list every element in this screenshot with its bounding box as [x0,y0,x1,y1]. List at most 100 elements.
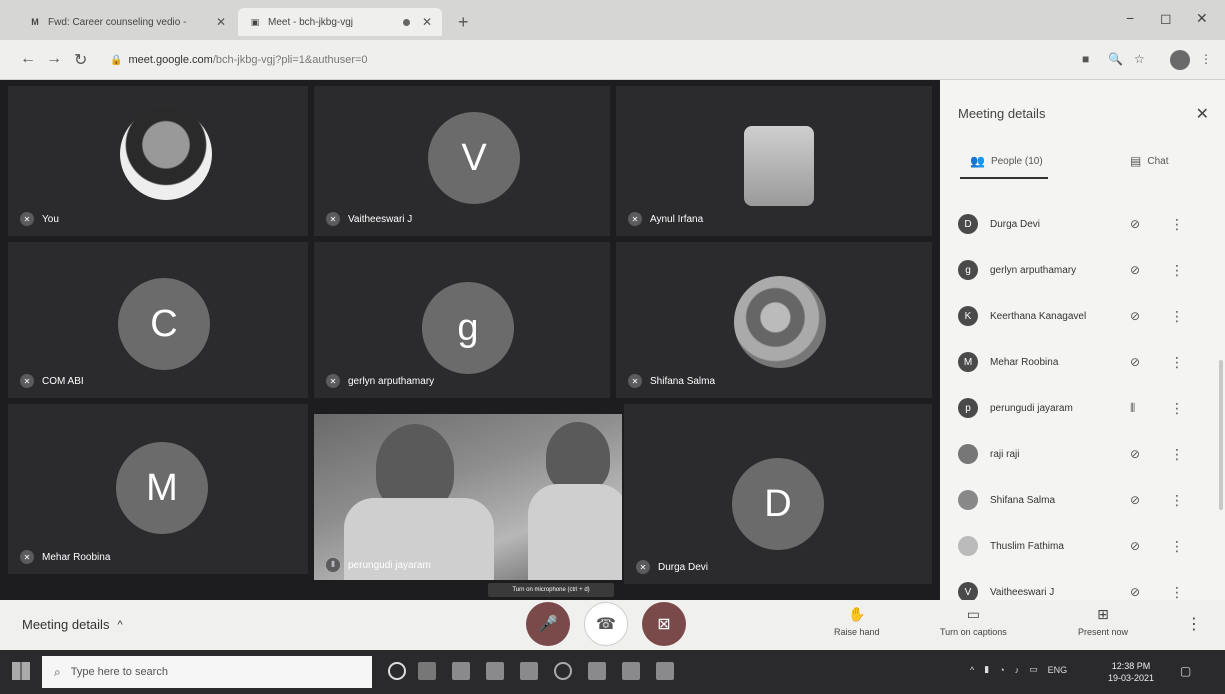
app-icon[interactable] [588,662,606,680]
language-indicator[interactable]: ENG [1048,665,1068,675]
tray-arrow-icon[interactable]: ^ [970,665,974,675]
mic-toggle-button[interactable]: 🎤 [526,602,570,646]
more-options-icon[interactable]: ⋮ [1170,446,1184,463]
list-item[interactable]: p perungudi jayaram ⦀ ⋮ [940,386,1225,430]
tab-close-icon[interactable]: ✕ [422,15,432,29]
new-tab-button[interactable]: + [458,12,469,33]
notification-icon[interactable]: ▢ [1180,664,1191,678]
profile-avatar[interactable] [1170,50,1190,70]
more-options-icon[interactable]: ⋮ [1170,584,1184,601]
captions-button[interactable]: ▭ Turn on captions [940,606,1007,637]
panel-scrollbar[interactable] [1219,360,1223,510]
keyboard-icon[interactable]: ▭ [1029,664,1038,675]
more-options-icon[interactable]: ⋮ [1186,614,1202,634]
tab-people[interactable]: 👥 People (10) [970,154,1043,168]
more-options-icon[interactable]: ⋮ [1170,400,1184,417]
mic-off-icon: ✕ [20,550,34,564]
mic-off-icon: ✕ [628,374,642,388]
camera-indicator-icon[interactable]: ■ [1082,52,1089,66]
close-panel-icon[interactable]: ✕ [1196,104,1209,124]
hang-up-icon: ☎ [596,616,616,633]
back-icon[interactable]: ← [20,50,36,68]
more-options-icon[interactable]: ⋮ [1170,492,1184,509]
tab-title: Meet - bch-jkbg-vgj [268,16,354,28]
participant-tile[interactable]: D ✕ Durga Devi [624,404,932,584]
bookmark-star-icon[interactable]: ☆ [1134,52,1145,66]
participant-tile[interactable]: M ✕ Mehar Roobina [8,404,308,574]
cortana-icon[interactable] [388,662,406,680]
more-options-icon[interactable]: ⋮ [1170,216,1184,233]
forward-icon[interactable]: → [46,50,62,68]
url-path: /bch-jkbg-vgj?pli=1&authuser=0 [212,54,368,66]
avatar: p [958,398,978,418]
participant-photo [744,126,814,206]
participant-tile[interactable]: C ✕ COM ABI [8,242,308,398]
list-item[interactable]: M Mehar Roobina ⊘ ⋮ [940,340,1225,384]
battery-icon[interactable]: ▮ [984,664,989,675]
mic-off-icon: ✕ [326,212,340,226]
participant-tile[interactable]: ✕ Shifana Salma [616,242,932,398]
mail-icon[interactable] [520,662,538,680]
tile-name: ✕ Durga Devi [636,560,708,574]
wifi-icon[interactable]: ◔ [999,665,1004,675]
tile-name: ✕ Mehar Roobina [20,550,110,564]
mic-off-icon: ✕ [636,560,650,574]
tab-gmail[interactable]: M Fwd: Career counseling vedio - ✕ [18,8,236,36]
system-clock[interactable]: 12:38 PM 19-03-2021 [1108,660,1154,684]
leave-call-button[interactable]: ☎ [584,602,628,646]
minimize-button[interactable]: − [1126,10,1134,26]
list-item[interactable]: Thuslim Fathima ⊘ ⋮ [940,524,1225,568]
more-options-icon[interactable]: ⋮ [1170,262,1184,279]
windows-taskbar: ⌕ Type here to search ^ ▮ ◔ ♪ ▭ ENG 12:3… [0,650,1225,694]
task-view-icon[interactable] [418,662,436,680]
close-window-button[interactable]: ✕ [1196,10,1208,27]
tab-meet[interactable]: ▣ Meet - bch-jkbg-vgj ✕ [238,8,442,36]
url-field[interactable]: 🔒 meet.google.com /bch-jkbg-vgj?pli=1&au… [110,48,1070,72]
tab-title: Fwd: Career counseling vedio - [48,16,187,28]
present-now-button[interactable]: ⊞ Present now [1078,606,1128,637]
zoom-icon[interactable]: 🔍 [1108,52,1123,66]
avatar-initial: C [118,278,210,370]
meeting-details-button[interactable]: Meeting details ^ [22,617,123,632]
list-item[interactable]: g gerlyn arputhamary ⊘ ⋮ [940,248,1225,292]
raise-hand-button[interactable]: ✋ Raise hand [834,606,880,637]
volume-icon[interactable]: ♪ [1015,665,1020,675]
app-icon[interactable] [656,662,674,680]
tile-name: ✕ COM ABI [20,374,84,388]
avatar [958,490,978,510]
participant-video-feed[interactable]: ⦀ perungudi jayaram [314,414,622,580]
camera-off-icon: ⊠ [657,616,671,633]
tab-chat[interactable]: ▤ Chat [1130,154,1168,168]
more-options-icon[interactable]: ⋮ [1170,308,1184,325]
participant-tile[interactable]: ✕ Aynul Irfana [616,86,932,236]
media-player-icon[interactable] [622,662,640,680]
tab-close-icon[interactable]: ✕ [216,15,226,29]
meet-icon: ▣ [250,16,260,27]
list-item[interactable]: Shifana Salma ⊘ ⋮ [940,478,1225,522]
url-host: meet.google.com [128,54,213,66]
windows-start-icon[interactable] [12,662,30,680]
maximize-button[interactable]: ◻ [1160,10,1172,27]
more-options-icon[interactable]: ⋮ [1170,354,1184,371]
participant-tile[interactable]: V ✕ Vaitheeswari J [314,86,610,236]
list-item[interactable]: D Durga Devi ⊘ ⋮ [940,202,1225,246]
avatar-initial: g [422,282,514,374]
browser-menu-icon[interactable]: ⋮ [1200,52,1212,66]
list-item[interactable]: raji raji ⊘ ⋮ [940,432,1225,476]
taskbar-search[interactable]: ⌕ Type here to search [42,656,372,688]
more-options-icon[interactable]: ⋮ [1170,538,1184,555]
panel-tabs: 👥 People (10) ▤ Chat [940,144,1225,184]
list-item[interactable]: K Keerthana Kanagavel ⊘ ⋮ [940,294,1225,338]
file-explorer-icon[interactable] [452,662,470,680]
chrome-icon[interactable] [554,662,572,680]
store-icon[interactable] [486,662,504,680]
meeting-details-panel: Meeting details ✕ 👥 People (10) ▤ Chat D… [940,80,1225,602]
tile-name: ✕ Aynul Irfana [628,212,703,226]
mic-off-icon: ⊘ [1130,217,1141,231]
panel-title: Meeting details [958,106,1046,121]
participant-tile[interactable]: g ✕ gerlyn arputhamary [314,242,610,398]
lock-icon: 🔒 [110,54,123,66]
participant-tile-you[interactable]: ✕ You [8,86,308,236]
reload-icon[interactable]: ↻ [74,50,87,70]
camera-toggle-button[interactable]: ⊠ [642,602,686,646]
